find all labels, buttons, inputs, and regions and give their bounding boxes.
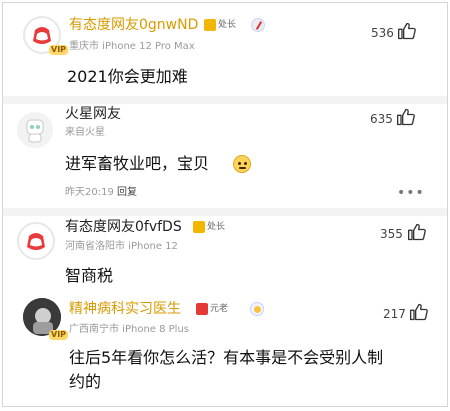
- emoji-icon: [233, 155, 251, 173]
- comment-time: 昨天20:19: [65, 187, 114, 198]
- rank-icon: [196, 303, 208, 315]
- avatar[interactable]: [17, 222, 55, 260]
- medal-icon: [251, 18, 265, 32]
- rank-badge: 元老: [196, 302, 229, 316]
- username[interactable]: 有态度网友0fvfDS: [65, 218, 182, 236]
- comment-meta: 河南省洛阳市 iPhone 12: [65, 241, 178, 252]
- more-icon[interactable]: •••: [397, 186, 425, 200]
- thumbs-up-icon[interactable]: [409, 302, 429, 322]
- divider: [3, 96, 447, 104]
- comment-item-4: VIP 精神病科实习医生 元老 广西南宁市 iPhone 8 Plus 217 …: [3, 296, 447, 406]
- comment-list: VIP 有态度网友0gnwND 处长 重庆市 iPhone 12 Pro Max…: [2, 2, 448, 407]
- thumbs-up-icon[interactable]: [396, 107, 416, 127]
- rank-badge: 处长: [193, 220, 226, 234]
- comment-item-2: 火星网友 来自火星 635 进军畜牧业吧，宝贝 昨天20:19 回复 •••: [3, 104, 447, 208]
- username[interactable]: 火星网友: [65, 105, 121, 123]
- like-count: 355: [380, 227, 403, 241]
- username[interactable]: 精神病科实习医生: [69, 300, 181, 318]
- comment-meta: 重庆市 iPhone 12 Pro Max: [69, 41, 195, 52]
- thumbs-up-icon[interactable]: [407, 222, 427, 242]
- username[interactable]: 有态度网友0gnwND: [69, 16, 198, 34]
- thumbs-up-icon[interactable]: [397, 21, 417, 41]
- comment-text: 进军畜牧业吧，宝贝: [65, 154, 210, 173]
- like-count: 635: [370, 112, 393, 126]
- rank-icon: [204, 19, 216, 31]
- avatar[interactable]: [17, 112, 53, 148]
- comment-group: 有态度网友0fvfDS 处长 河南省洛阳市 iPhone 12 355 智商税: [3, 216, 447, 406]
- medal-icon: [250, 302, 264, 316]
- vip-badge: VIP: [49, 45, 69, 55]
- comment-text: 往后5年看你怎么活？有本事是不会受别人制 约的: [69, 346, 441, 394]
- rank-badge: 处长: [204, 18, 237, 32]
- divider: [3, 208, 447, 216]
- reply-button[interactable]: 回复: [117, 186, 137, 200]
- comment-meta: 来自火星: [65, 127, 105, 138]
- comment-item-3: 有态度网友0fvfDS 处长 河南省洛阳市 iPhone 12 355 智商税: [3, 216, 447, 296]
- comment-text-line: 往后5年看你怎么活？有本事是不会受别人制: [69, 348, 384, 367]
- comment-text-line: 约的: [69, 372, 102, 391]
- comment-meta: 广西南宁市 iPhone 8 Plus: [69, 324, 190, 335]
- like-count: 536: [371, 26, 394, 40]
- comment-item-1: VIP 有态度网友0gnwND 处长 重庆市 iPhone 12 Pro Max…: [3, 3, 447, 96]
- vip-badge: VIP: [49, 330, 69, 340]
- red-logo-icon: [20, 225, 52, 257]
- like-count: 217: [383, 307, 406, 321]
- robot-avatar-icon: [26, 119, 44, 143]
- rank-icon: [193, 221, 205, 233]
- comment-text: 2021你会更加难: [67, 67, 188, 86]
- comment-text: 智商税: [65, 266, 114, 285]
